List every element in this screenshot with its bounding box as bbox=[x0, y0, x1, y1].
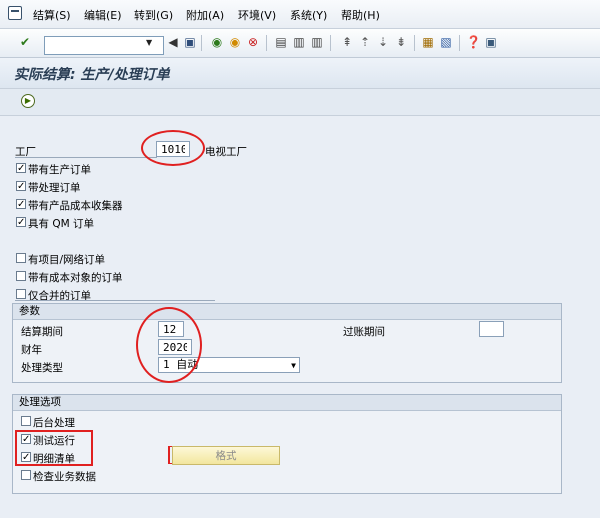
plant-description: 电视工厂 bbox=[205, 146, 247, 158]
parameters-header: 参数 bbox=[13, 304, 561, 320]
back-history-icon[interactable]: ◀ bbox=[166, 35, 180, 49]
menu-goto[interactable]: 转到(G) bbox=[134, 7, 173, 23]
shortcut-icon[interactable]: ▧ bbox=[439, 35, 453, 49]
process-orders-label: 带处理订单 bbox=[28, 182, 81, 194]
posting-period-label: 过账期间 bbox=[343, 326, 385, 338]
print-icon[interactable]: ▤ bbox=[274, 35, 288, 49]
enter-icon[interactable]: ✔ bbox=[18, 35, 32, 49]
menu-environment[interactable]: 环境(V) bbox=[238, 7, 276, 23]
dropdown-arrow-icon[interactable]: ▼ bbox=[291, 359, 296, 373]
checkbox-merged-orders-only[interactable] bbox=[16, 289, 26, 299]
project-network-orders-label: 有项目/网络订单 bbox=[28, 254, 106, 266]
next-page-icon[interactable]: ⇣ bbox=[376, 35, 390, 49]
help-icon[interactable]: ❓ bbox=[466, 35, 481, 49]
checkbox-process-orders[interactable]: ✓ bbox=[16, 181, 26, 192]
page-title: 实际结算: 生产/处理订单 bbox=[14, 67, 170, 83]
exit-icon[interactable]: ◉ bbox=[228, 35, 242, 49]
checkbox-product-cost-collectors[interactable]: ✓ bbox=[16, 199, 26, 210]
first-page-icon[interactable]: ⇞ bbox=[340, 35, 354, 49]
toolbar-separator bbox=[459, 35, 460, 51]
production-orders-label: 带有生产订单 bbox=[28, 164, 91, 176]
posting-period-input[interactable] bbox=[479, 321, 504, 337]
menu-edit[interactable]: 编辑(E) bbox=[84, 7, 122, 23]
highlight-parameters bbox=[136, 307, 202, 383]
new-session-icon[interactable]: ▦ bbox=[421, 35, 435, 49]
checkbox-production-orders[interactable]: ✓ bbox=[16, 163, 26, 174]
highlight-options bbox=[15, 430, 93, 466]
find-icon[interactable]: ▥ bbox=[292, 35, 306, 49]
toolbar-separator bbox=[330, 35, 331, 51]
execute-icon[interactable]: ▶ bbox=[21, 94, 35, 108]
menu-extras[interactable]: 附加(A) bbox=[186, 7, 224, 23]
qm-orders-label: 具有 QM 订单 bbox=[28, 218, 94, 230]
checkbox-project-network-orders[interactable] bbox=[16, 253, 26, 263]
prev-page-icon[interactable]: ⇡ bbox=[358, 35, 372, 49]
highlight-plant bbox=[141, 130, 205, 166]
cost-object-orders-label: 带有成本对象的订单 bbox=[28, 272, 123, 284]
find-next-icon[interactable]: ▥ bbox=[310, 35, 324, 49]
application-toolbar bbox=[0, 89, 600, 116]
menu-help[interactable]: 帮助(H) bbox=[341, 7, 380, 23]
settlement-period-label: 结算期间 bbox=[21, 326, 63, 338]
toolbar-separator bbox=[266, 35, 267, 51]
background-processing-label: 后台处理 bbox=[33, 417, 75, 429]
checkbox-qm-orders[interactable]: ✓ bbox=[16, 217, 26, 228]
last-page-icon[interactable]: ⇟ bbox=[394, 35, 408, 49]
checkbox-check-business-data[interactable] bbox=[21, 470, 31, 480]
product-cost-collectors-label: 带有产品成本收集器 bbox=[28, 200, 123, 212]
layout-icon[interactable]: ▣ bbox=[484, 35, 498, 49]
divider bbox=[15, 300, 215, 301]
menu-system[interactable]: 系统(Y) bbox=[290, 7, 327, 23]
checkbox-background-processing[interactable] bbox=[21, 416, 31, 426]
toolbar-separator bbox=[414, 35, 415, 51]
layout-button[interactable]: 格式 bbox=[172, 446, 280, 465]
toolbar-separator bbox=[201, 35, 202, 51]
command-dropdown-icon[interactable]: ▼ bbox=[146, 38, 152, 47]
system-menu-icon[interactable] bbox=[8, 6, 22, 20]
checkbox-cost-object-orders[interactable] bbox=[16, 271, 26, 281]
check-business-data-label: 检查业务数据 bbox=[33, 471, 96, 483]
menu-settle[interactable]: 结算(S) bbox=[33, 7, 71, 23]
back-icon[interactable]: ◉ bbox=[210, 35, 224, 49]
cancel-icon[interactable]: ⊗ bbox=[246, 35, 260, 49]
processing-options-header: 处理选项 bbox=[13, 395, 561, 411]
save-icon[interactable]: ▣ bbox=[183, 35, 197, 49]
plant-label-underline bbox=[15, 157, 157, 158]
fiscal-year-label: 财年 bbox=[21, 344, 42, 356]
processing-type-label: 处理类型 bbox=[21, 362, 63, 374]
